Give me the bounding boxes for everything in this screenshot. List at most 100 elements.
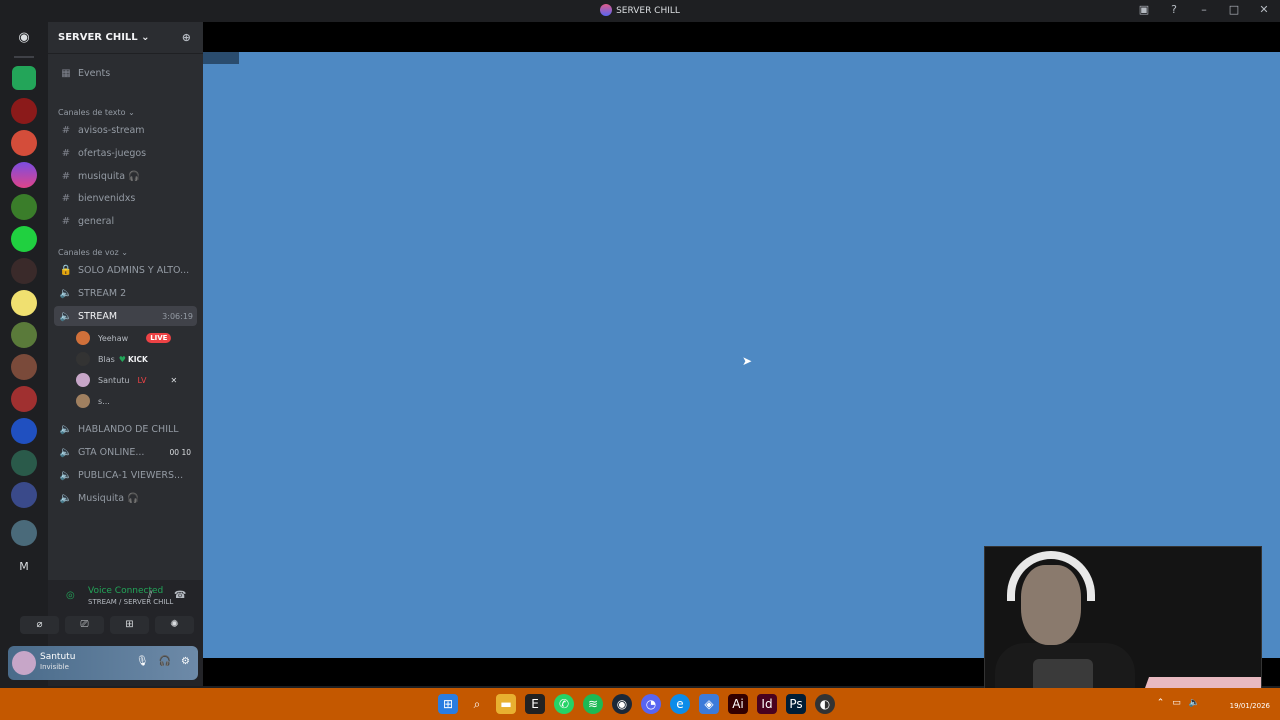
volume-icon[interactable]: 🔈 [1189,698,1200,708]
spotify-icon[interactable]: ≋ [583,694,603,714]
server-icon-m[interactable]: M [11,554,37,580]
server-icon[interactable] [11,386,37,412]
voice-channel-gta-online[interactable]: 🔈 GTA ONLINE... 00 10 [54,442,197,462]
server-icon[interactable] [11,258,37,284]
voice-channel-publica[interactable]: 🔈 PUBLICA-1 VIEWERS... [54,465,197,485]
channel-bienvenidxs[interactable]: # bienvenidxs [54,188,197,208]
help-icon[interactable]: ? [1166,3,1182,16]
whatsapp-icon[interactable]: ✆ [554,694,574,714]
inbox-icon[interactable]: ▣ [1136,3,1152,16]
channel-label: ofertas-juegos [78,147,147,159]
channel-avisos-stream[interactable]: # avisos-stream [54,120,197,140]
server-icon[interactable] [11,290,37,316]
channel-label: GTA ONLINE... [78,446,145,458]
discord-home-icon[interactable]: ◉ [11,28,37,48]
category-text-channels[interactable]: Canales de texto ⌄ [58,108,135,117]
voice-channel-stream[interactable]: 🔈 STREAM 3:06:19 [54,306,197,326]
noise-suppression-icon[interactable]: ⫽ [148,590,152,601]
clock[interactable]: 19/01/2026 [1230,692,1270,710]
voice-channel-solo-admins[interactable]: 🔒 SOLO ADMINS Y ALTO... [54,260,197,280]
server-icon[interactable] [11,162,37,188]
illustrator-icon[interactable]: Ai [728,694,748,714]
window-title: SERVER CHILL [0,4,1280,16]
user-name[interactable]: Santutu [40,652,75,662]
screen-share-button[interactable]: ⎚ [65,616,104,634]
settings-gear-icon[interactable]: ⚙ [181,656,190,667]
heart-icon: ♥ [118,354,126,364]
speaker-icon: 🔈 [59,446,73,458]
disconnect-icon[interactable]: ☎ [174,590,186,601]
voice-panel: ◎ Voice Connected STREAM / SERVER CHILL … [8,580,203,686]
voice-user-blas[interactable]: Blas ♥ KICK [76,350,148,368]
voice-channel-musiquita[interactable]: 🔈 Musiquita 🎧 [54,488,197,508]
voice-user-name: s... [98,396,110,406]
voice-user-name: Blas [98,354,115,364]
server-icon[interactable] [11,322,37,348]
edge-icon[interactable]: e [670,694,690,714]
hashtag-icon: # [61,215,71,227]
app-icon[interactable]: ◈ [699,694,719,714]
channel-musiquita[interactable]: # musiquita 🎧 [54,166,197,186]
voice-user-name: Yeehaw [98,333,129,343]
headphones-icon[interactable]: 🎧 [159,656,171,667]
speaker-icon: 🔈 [59,469,73,481]
voice-user-santutu[interactable]: Santutu LV ✕ [76,371,177,389]
channel-ofertas-juegos[interactable]: # ofertas-juegos [54,143,197,163]
hashtag-icon: # [61,192,71,204]
server-icon[interactable] [11,194,37,220]
activities-button[interactable]: ⊞ [110,616,149,634]
camera-off-button[interactable]: ⌀ [20,616,59,634]
voice-channel-hablando-de-chill[interactable]: 🔈 HABLANDO DE CHILL [54,419,197,439]
calendar-icon: ▦ [61,67,71,79]
server-icon[interactable] [11,482,37,508]
server-icon[interactable] [11,98,37,124]
windows-start-icon[interactable]: ⊞ [438,694,458,714]
server-icon-green[interactable] [12,66,36,90]
indesign-icon[interactable]: Id [757,694,777,714]
category-voice-channels[interactable]: Canales de voz ⌄ [58,248,128,257]
signal-icon: ◎ [66,590,75,601]
server-icon[interactable] [11,226,37,252]
hashtag-icon: # [61,170,71,182]
minimize-icon[interactable]: – [1196,3,1212,16]
server-separator [14,56,34,58]
server-icon[interactable] [11,450,37,476]
soundboard-button[interactable]: ✺ [155,616,194,634]
clock-date: 19/01/2026 [1229,702,1270,710]
events-item[interactable]: ▦ Events [54,63,197,83]
voice-channel-stream-2[interactable]: 🔈 STREAM 2 [54,283,197,303]
lock-icon: 🔒 [59,264,73,276]
webcam-overlay [984,546,1262,702]
maximize-icon[interactable]: □ [1226,3,1242,16]
server-icon[interactable] [11,418,37,444]
speaker-icon: 🔈 [59,287,73,299]
close-icon[interactable]: ✕ [1256,3,1272,16]
steam-icon[interactable]: ◉ [612,694,632,714]
server-header[interactable]: SERVER CHILL ⌄ ⊕ [48,22,203,54]
discord-icon[interactable]: ◔ [641,694,661,714]
avatar [76,373,90,387]
channel-label: Musiquita 🎧 [78,492,139,504]
server-icon[interactable] [11,354,37,380]
server-icon[interactable] [11,130,37,156]
add-member-icon[interactable]: ⊕ [182,31,191,44]
network-icon[interactable]: ▭ [1172,698,1181,708]
photoshop-icon[interactable]: Ps [786,694,806,714]
tray-expand-icon[interactable]: ⌃ [1157,698,1165,708]
channel-general[interactable]: # general [54,211,197,231]
file-explorer-icon[interactable]: ▬ [496,694,516,714]
user-avatar[interactable] [12,651,36,675]
voice-location[interactable]: STREAM / SERVER CHILL [88,598,173,606]
channel-label: musiquita 🎧 [78,170,140,182]
user-limit-pill: 00 10 [169,447,191,457]
microphone-icon[interactable]: 🎙 [136,656,149,667]
voice-user-name: Santutu [98,375,130,385]
search-icon[interactable]: ⌕ [467,694,487,714]
obs-icon[interactable]: ◐ [815,694,835,714]
avatar [76,352,90,366]
server-icon[interactable] [11,520,37,546]
epic-games-icon[interactable]: E [525,694,545,714]
user-status: Invisible [40,663,69,671]
voice-user-yeehaw[interactable]: Yeehaw LIVE [76,329,172,347]
voice-user-s[interactable]: s... [76,392,110,410]
